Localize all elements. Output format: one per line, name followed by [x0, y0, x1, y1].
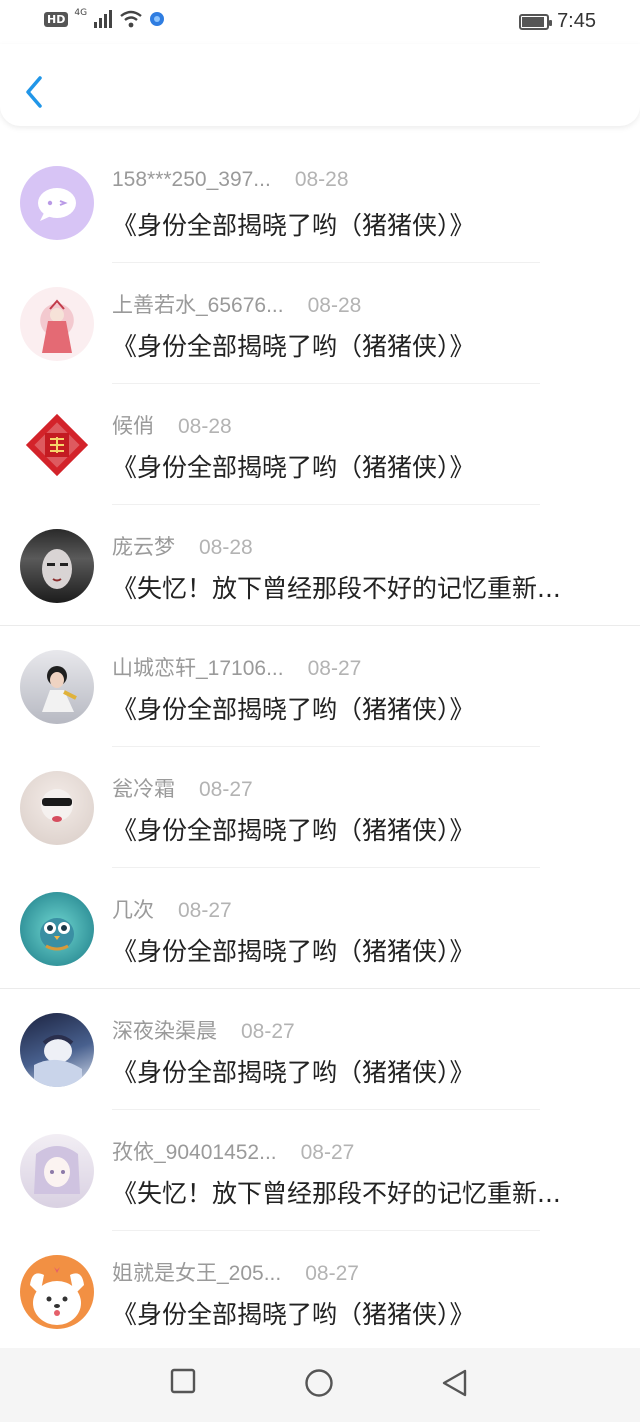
figure-illustration [42, 299, 72, 353]
list-item[interactable]: 几次 08-27 《身份全部揭晓了哟（猪猪侠）》 [0, 868, 640, 989]
cartoon-dog-icon [30, 1267, 84, 1325]
battery-icon [519, 13, 553, 30]
item-title: 《身份全部揭晓了哟（猪猪侠）》 [112, 937, 475, 966]
item-title: 《身份全部揭晓了哟（猪猪侠）》 [112, 332, 475, 361]
username: 庞云梦 [112, 536, 175, 559]
anime-illustration [34, 1035, 82, 1087]
list-item[interactable]: 深夜染渠晨 08-27 《身份全部揭晓了哟（猪猪侠）》 [0, 989, 640, 1110]
portrait-photo [42, 549, 72, 589]
navigation-bar [0, 1348, 640, 1422]
avatar [20, 529, 94, 603]
item-title: 《失忆！放下曾经那段不好的记忆重新... [112, 1179, 561, 1208]
wifi-icon [120, 10, 142, 28]
list-item[interactable]: 候俏 08-28 《身份全部揭晓了哟（猪猪侠）》 [0, 384, 640, 505]
username: 孜依_90401452... [112, 1141, 277, 1164]
item-title: 《失忆！放下曾经那段不好的记忆重新... [112, 574, 561, 603]
username: 深夜染渠晨 [112, 1020, 217, 1043]
list-item[interactable]: 庞云梦 08-28 《失忆！放下曾经那段不好的记忆重新... [0, 505, 640, 626]
square-icon[interactable] [170, 1368, 196, 1394]
app-notification-icon [150, 12, 165, 26]
portrait-photo [42, 666, 77, 712]
hd-badge: HD [44, 11, 69, 27]
avatar [20, 1134, 94, 1208]
avatar [20, 892, 94, 966]
avatar [20, 650, 94, 724]
back-button[interactable] [22, 74, 46, 110]
item-title: 《身份全部揭晓了哟（猪猪侠）》 [112, 1300, 475, 1329]
list-item[interactable]: 瓮冷霜 08-27 《身份全部揭晓了哟（猪猪侠）》 [0, 747, 640, 868]
date: 08-27 [305, 1262, 359, 1285]
item-title: 《身份全部揭晓了哟（猪猪侠）》 [112, 211, 475, 240]
date: 08-27 [178, 899, 232, 922]
avatar [20, 1255, 94, 1329]
username: 几次 [112, 899, 154, 922]
list-item[interactable]: 姐就是女王_205... 08-27 《身份全部揭晓了哟（猪猪侠）》 [0, 1231, 640, 1352]
anime-illustration [34, 1146, 80, 1194]
date: 08-28 [307, 294, 362, 317]
chat-bubble-icon [38, 188, 76, 221]
status-left: HD 4G [44, 8, 165, 28]
item-title: 《身份全部揭晓了哟（猪猪侠）》 [112, 1058, 475, 1087]
triangle-back-icon[interactable] [440, 1368, 468, 1398]
item-title: 《身份全部揭晓了哟（猪猪侠）》 [112, 695, 475, 724]
item-title: 《身份全部揭晓了哟（猪猪侠）》 [112, 453, 475, 482]
date: 08-28 [178, 415, 232, 438]
owl-illustration-icon [40, 918, 74, 951]
fu-charm-icon [25, 413, 89, 477]
date: 08-27 [300, 1141, 355, 1164]
avatar [20, 166, 94, 240]
date: 08-28 [199, 536, 253, 559]
avatar [20, 408, 94, 482]
date: 08-28 [294, 168, 349, 191]
circle-icon[interactable] [304, 1368, 334, 1398]
list-item[interactable]: 158***250_397... 08-28 《身份全部揭晓了哟（猪猪侠）》 [0, 142, 640, 263]
username: 姐就是女王_205... [112, 1262, 282, 1285]
username: 山城恋轩_17106... [112, 657, 284, 680]
avatar [20, 771, 94, 845]
message-list: 158***250_397... 08-28 《身份全部揭晓了哟（猪猪侠）》 上善… [0, 142, 640, 1352]
portrait-photo [41, 789, 73, 822]
date: 08-27 [241, 1020, 295, 1043]
avatar [20, 287, 94, 361]
clock: 7:45 [557, 10, 596, 32]
avatar [20, 1013, 94, 1087]
username: 158***250_397... [112, 168, 271, 191]
username: 候俏 [112, 415, 154, 438]
network-type: 4G [74, 8, 88, 18]
status-right: 7:45 [519, 10, 596, 33]
item-title: 《身份全部揭晓了哟（猪猪侠）》 [112, 816, 475, 845]
username: 瓮冷霜 [112, 778, 175, 801]
header [0, 44, 640, 126]
list-item[interactable]: 山城恋轩_17106... 08-27 《身份全部揭晓了哟（猪猪侠）》 [0, 626, 640, 747]
date: 08-27 [307, 657, 362, 680]
list-item[interactable]: 孜依_90401452... 08-27 《失忆！放下曾经那段不好的记忆重新... [0, 1110, 640, 1231]
signal-icon [94, 10, 113, 28]
username: 上善若水_65676... [112, 294, 284, 317]
date: 08-27 [199, 778, 253, 801]
status-bar: HD 4G 7:45 [0, 0, 640, 44]
list-item[interactable]: 上善若水_65676... 08-28 《身份全部揭晓了哟（猪猪侠）》 [0, 263, 640, 384]
